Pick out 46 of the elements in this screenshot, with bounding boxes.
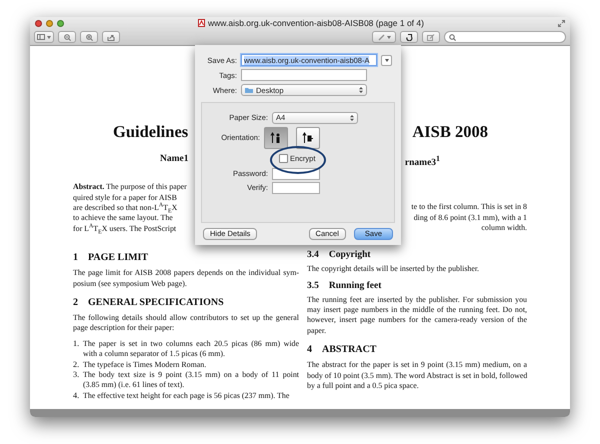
sidebar-icon (37, 34, 45, 40)
minimize-button[interactable] (46, 20, 53, 26)
stepper-icon (359, 87, 363, 94)
tags-field[interactable] (241, 69, 367, 82)
rotate-button[interactable] (400, 31, 418, 43)
verify-field[interactable] (272, 182, 320, 194)
stepper-icon (350, 114, 354, 121)
window-title: www.aisb.org.uk-convention-aisb08-AISB08 (page 1 of 4) (208, 18, 424, 28)
paper-title: Guidelines (113, 122, 188, 142)
sidebar-button[interactable] (34, 31, 54, 43)
search-field[interactable] (444, 31, 566, 43)
fullscreen-icon[interactable] (558, 20, 565, 26)
zoom-in-icon (86, 34, 92, 40)
section-heading: 1 PAGE LIMIT (73, 252, 150, 264)
landscape-figure-icon (302, 132, 314, 144)
share-button[interactable] (102, 31, 120, 43)
list-number: 3. (73, 370, 80, 382)
edit-icon (427, 34, 435, 40)
portrait-figure-icon (270, 132, 282, 144)
author-name: Name1 (160, 154, 188, 166)
author-name: rname3$^{1}$ (404, 154, 440, 168)
disclosure-button[interactable] (381, 54, 392, 66)
zoom-out-icon (64, 34, 70, 40)
subsection-heading: 3.5 Running feet (307, 280, 382, 291)
pdf-document-icon (198, 19, 206, 27)
list-number: 1. (73, 338, 80, 350)
caret-icon (384, 58, 388, 62)
folder-icon (245, 87, 253, 94)
list-number: 4. (73, 390, 80, 402)
subsection-heading: 3.4 Copyright (307, 250, 372, 260)
orientation-button[interactable] (264, 126, 288, 149)
list-number: 2. (73, 360, 80, 370)
caret-icon (47, 36, 51, 38)
encrypt-checkbox[interactable] (279, 154, 288, 163)
pen-icon (378, 34, 384, 40)
search-icon (449, 34, 456, 40)
zoom-button[interactable] (57, 20, 64, 26)
section-heading: 2 GENERAL SPECIFICATIONS (73, 297, 225, 308)
orientation-button[interactable] (296, 126, 320, 149)
share-icon (107, 34, 115, 40)
zoom-in-button[interactable] (80, 31, 98, 43)
caret-icon (386, 36, 390, 38)
close-button[interactable] (35, 20, 42, 26)
section-heading: 4 ABSTRACT (307, 344, 378, 356)
paper-title: AISB 2008 (412, 122, 488, 142)
zoom-out-button[interactable] (58, 31, 76, 43)
